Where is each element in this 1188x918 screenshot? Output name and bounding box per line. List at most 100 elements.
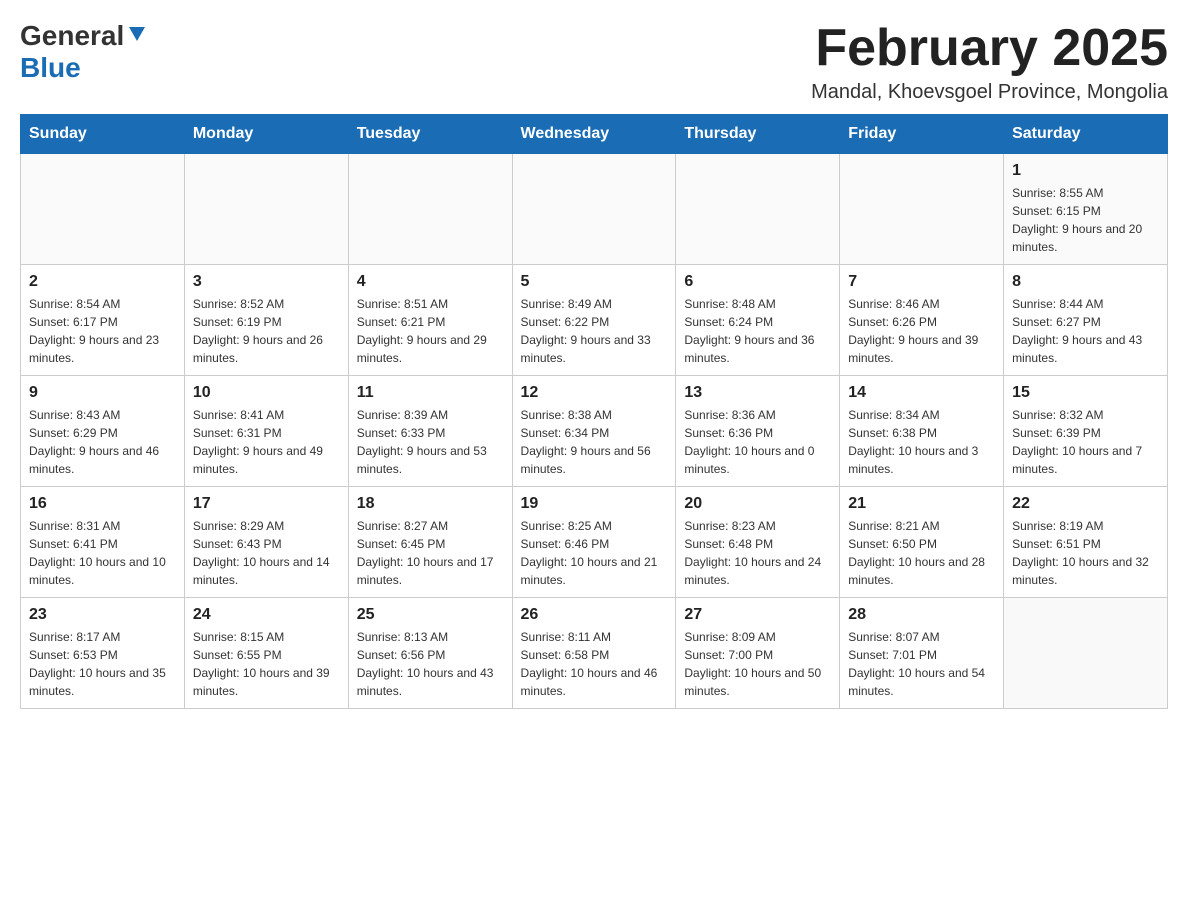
day-info: Sunrise: 8:31 AMSunset: 6:41 PMDaylight:… <box>29 517 176 589</box>
day-info: Sunrise: 8:29 AMSunset: 6:43 PMDaylight:… <box>193 517 340 589</box>
header-monday: Monday <box>184 115 348 154</box>
logo: General Blue <box>20 20 148 84</box>
logo-blue: Blue <box>20 52 81 84</box>
header-friday: Friday <box>840 115 1004 154</box>
table-row: 5Sunrise: 8:49 AMSunset: 6:22 PMDaylight… <box>512 265 676 376</box>
day-info: Sunrise: 8:39 AMSunset: 6:33 PMDaylight:… <box>357 406 504 478</box>
day-number: 6 <box>684 273 831 291</box>
table-row: 9 Sunrise: 8:43 AMSunset: 6:29 PMDaylight… <box>21 376 185 487</box>
day-info: Sunrise: 8:17 AMSunset: 6:53 PMDaylight:… <box>29 628 176 700</box>
day-number: 14 <box>848 384 995 402</box>
day-number: 18 <box>357 495 504 513</box>
calendar-week-3: 9 Sunrise: 8:43 AMSunset: 6:29 PMDaylight… <box>21 376 1168 487</box>
table-row: 7 Sunrise: 8:46 AMSunset: 6:26 PMDaylight… <box>840 265 1004 376</box>
day-info: Sunrise: 8:23 AMSunset: 6:48 PMDaylight:… <box>684 517 831 589</box>
day-number: 11 <box>357 384 504 402</box>
day-number: 4 <box>357 273 504 291</box>
table-row <box>676 154 840 265</box>
table-row: 14 Sunrise: 8:34 AMSunset: 6:38 PMDayligh… <box>840 376 1004 487</box>
table-row: 1 Sunrise: 8:55 AMSunset: 6:15 PMDaylight… <box>1004 154 1168 265</box>
day-number: 23 <box>29 606 176 624</box>
calendar-week-2: 2 Sunrise: 8:54 AMSunset: 6:17 PMDaylight… <box>21 265 1168 376</box>
day-info: Sunrise: 8:11 AMSunset: 6:58 PMDaylight:… <box>521 628 668 700</box>
day-info: Sunrise: 8:51 AMSunset: 6:21 PMDaylight:… <box>357 295 504 367</box>
day-number: 1 <box>1012 162 1159 180</box>
table-row: 13 Sunrise: 8:36 AMSunset: 6:36 PMDayligh… <box>676 376 840 487</box>
table-row: 23 Sunrise: 8:17 AMSunset: 6:53 PMDayligh… <box>21 598 185 709</box>
day-number: 8 <box>1012 273 1159 291</box>
day-info: Sunrise: 8:43 AMSunset: 6:29 PMDaylight:… <box>29 406 176 478</box>
day-info: Sunrise: 8:36 AMSunset: 6:36 PMDaylight:… <box>684 406 831 478</box>
day-info: Sunrise: 8:34 AMSunset: 6:38 PMDaylight:… <box>848 406 995 478</box>
day-info: Sunrise: 8:41 AMSunset: 6:31 PMDaylight:… <box>193 406 340 478</box>
table-row: 25 Sunrise: 8:13 AMSunset: 6:56 PMDayligh… <box>348 598 512 709</box>
logo-general: General <box>20 20 124 52</box>
day-number: 2 <box>29 273 176 291</box>
day-info: Sunrise: 8:46 AMSunset: 6:26 PMDaylight:… <box>848 295 995 367</box>
day-number: 25 <box>357 606 504 624</box>
day-number: 19 <box>521 495 668 513</box>
logo-triangle-icon <box>126 23 148 45</box>
table-row: 18 Sunrise: 8:27 AMSunset: 6:45 PMDayligh… <box>348 487 512 598</box>
header-sunday: Sunday <box>21 115 185 154</box>
table-row: 24 Sunrise: 8:15 AMSunset: 6:55 PMDayligh… <box>184 598 348 709</box>
table-row: 2 Sunrise: 8:54 AMSunset: 6:17 PMDaylight… <box>21 265 185 376</box>
page-header: General Blue February 2025 Mandal, Khoev… <box>20 20 1168 104</box>
table-row: 15 Sunrise: 8:32 AMSunset: 6:39 PMDayligh… <box>1004 376 1168 487</box>
table-row: 26 Sunrise: 8:11 AMSunset: 6:58 PMDayligh… <box>512 598 676 709</box>
table-row: 8 Sunrise: 8:44 AMSunset: 6:27 PMDaylight… <box>1004 265 1168 376</box>
day-info: Sunrise: 8:48 AMSunset: 6:24 PMDaylight:… <box>684 295 831 367</box>
table-row: 3 Sunrise: 8:52 AMSunset: 6:19 PMDaylight… <box>184 265 348 376</box>
day-info: Sunrise: 8:27 AMSunset: 6:45 PMDaylight:… <box>357 517 504 589</box>
day-number: 28 <box>848 606 995 624</box>
calendar-header-row: Sunday Monday Tuesday Wednesday Thursday… <box>21 115 1168 154</box>
header-tuesday: Tuesday <box>348 115 512 154</box>
table-row <box>1004 598 1168 709</box>
table-row: 27Sunrise: 8:09 AMSunset: 7:00 PMDayligh… <box>676 598 840 709</box>
table-row <box>512 154 676 265</box>
day-info: Sunrise: 8:38 AMSunset: 6:34 PMDaylight:… <box>521 406 668 478</box>
table-row <box>21 154 185 265</box>
table-row: 28 Sunrise: 8:07 AMSunset: 7:01 PMDayligh… <box>840 598 1004 709</box>
day-info: Sunrise: 8:15 AMSunset: 6:55 PMDaylight:… <box>193 628 340 700</box>
table-row <box>840 154 1004 265</box>
table-row: 10 Sunrise: 8:41 AMSunset: 6:31 PMDayligh… <box>184 376 348 487</box>
day-info: Sunrise: 8:55 AMSunset: 6:15 PMDaylight:… <box>1012 184 1159 256</box>
day-info: Sunrise: 8:52 AMSunset: 6:19 PMDaylight:… <box>193 295 340 367</box>
header-saturday: Saturday <box>1004 115 1168 154</box>
table-row: 20Sunrise: 8:23 AMSunset: 6:48 PMDayligh… <box>676 487 840 598</box>
day-number: 24 <box>193 606 340 624</box>
day-number: 12 <box>521 384 668 402</box>
calendar-week-5: 23 Sunrise: 8:17 AMSunset: 6:53 PMDayligh… <box>21 598 1168 709</box>
day-number: 13 <box>684 384 831 402</box>
day-number: 10 <box>193 384 340 402</box>
location-title: Mandal, Khoevsgoel Province, Mongolia <box>811 81 1168 104</box>
day-number: 7 <box>848 273 995 291</box>
header-thursday: Thursday <box>676 115 840 154</box>
day-number: 15 <box>1012 384 1159 402</box>
day-info: Sunrise: 8:25 AMSunset: 6:46 PMDaylight:… <box>521 517 668 589</box>
day-info: Sunrise: 8:13 AMSunset: 6:56 PMDaylight:… <box>357 628 504 700</box>
header-wednesday: Wednesday <box>512 115 676 154</box>
day-info: Sunrise: 8:09 AMSunset: 7:00 PMDaylight:… <box>684 628 831 700</box>
day-number: 17 <box>193 495 340 513</box>
day-info: Sunrise: 8:54 AMSunset: 6:17 PMDaylight:… <box>29 295 176 367</box>
day-info: Sunrise: 8:44 AMSunset: 6:27 PMDaylight:… <box>1012 295 1159 367</box>
day-info: Sunrise: 8:32 AMSunset: 6:39 PMDaylight:… <box>1012 406 1159 478</box>
day-info: Sunrise: 8:19 AMSunset: 6:51 PMDaylight:… <box>1012 517 1159 589</box>
day-info: Sunrise: 8:21 AMSunset: 6:50 PMDaylight:… <box>848 517 995 589</box>
table-row: 11 Sunrise: 8:39 AMSunset: 6:33 PMDayligh… <box>348 376 512 487</box>
day-info: Sunrise: 8:07 AMSunset: 7:01 PMDaylight:… <box>848 628 995 700</box>
month-title: February 2025 <box>811 20 1168 77</box>
day-number: 26 <box>521 606 668 624</box>
table-row: 21Sunrise: 8:21 AMSunset: 6:50 PMDayligh… <box>840 487 1004 598</box>
table-row: 12 Sunrise: 8:38 AMSunset: 6:34 PMDayligh… <box>512 376 676 487</box>
day-number: 16 <box>29 495 176 513</box>
table-row: 17 Sunrise: 8:29 AMSunset: 6:43 PMDayligh… <box>184 487 348 598</box>
day-number: 9 <box>29 384 176 402</box>
table-row: 4 Sunrise: 8:51 AMSunset: 6:21 PMDaylight… <box>348 265 512 376</box>
table-row: 22 Sunrise: 8:19 AMSunset: 6:51 PMDayligh… <box>1004 487 1168 598</box>
day-info: Sunrise: 8:49 AMSunset: 6:22 PMDaylight:… <box>521 295 668 367</box>
day-number: 3 <box>193 273 340 291</box>
day-number: 22 <box>1012 495 1159 513</box>
